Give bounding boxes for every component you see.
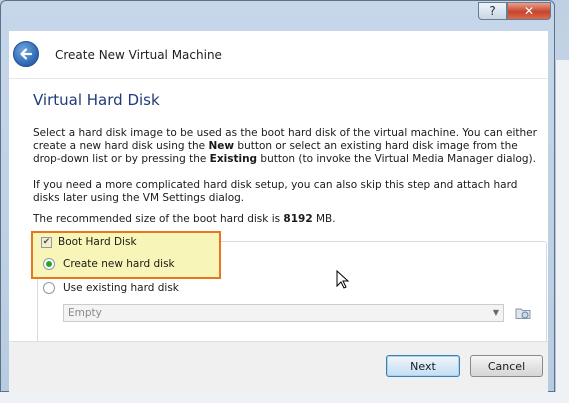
recommended-size-value: 8192 <box>283 213 313 225</box>
advanced-setup-paragraph: If you need a more complicated hard disk… <box>33 179 518 204</box>
dialog-window: ? ✕ Create New Virtual Machine Virtual H… <box>0 0 555 394</box>
dialog-client: Create New Virtual Machine Virtual Hard … <box>9 31 548 394</box>
use-existing-hard-disk-radio[interactable]: Use existing hard disk <box>43 282 179 294</box>
radio-unselected-icon <box>43 282 55 294</box>
page-title: Virtual Hard Disk <box>33 91 160 109</box>
next-button[interactable]: Next <box>386 355 460 377</box>
text-segment: button (to invoke the Virtual Media Mana… <box>257 153 536 165</box>
use-existing-hard-disk-label: Use existing hard disk <box>63 282 179 294</box>
cancel-button[interactable]: Cancel <box>470 355 543 377</box>
new-keyword: New <box>208 140 235 152</box>
checkbox-checked-icon: ✔ <box>41 236 52 248</box>
back-button[interactable] <box>13 41 39 67</box>
folder-icon <box>515 308 531 319</box>
wizard-page: Virtual Hard Disk Select a hard disk ima… <box>9 78 548 343</box>
existing-disk-combobox[interactable]: Empty ▼ <box>63 304 504 322</box>
help-icon: ? <box>489 4 496 18</box>
boot-hard-disk-label: Boot Hard Disk <box>58 236 137 248</box>
title-bar-buttons: ? ✕ <box>478 2 551 20</box>
back-arrow-icon <box>20 48 33 60</box>
existing-keyword: Existing <box>209 153 258 165</box>
dialog-footer: Next Cancel <box>9 341 548 394</box>
create-new-hard-disk-label: Create new hard disk <box>63 258 175 270</box>
window-title: Create New Virtual Machine <box>55 48 222 62</box>
help-button[interactable]: ? <box>478 2 507 20</box>
close-button[interactable]: ✕ <box>507 2 551 20</box>
create-new-hard-disk-radio[interactable]: Create new hard disk <box>43 258 175 270</box>
mouse-cursor-icon <box>336 270 350 289</box>
boot-hard-disk-checkbox[interactable]: ✔ Boot Hard Disk <box>41 236 137 248</box>
background-panel <box>555 60 569 403</box>
size-unit: MB. <box>312 213 336 225</box>
radio-selected-icon <box>43 258 55 270</box>
recommended-size-text: The recommended size of the boot hard di… <box>33 213 538 226</box>
description-paragraph: Select a hard disk image to be used as t… <box>33 127 538 166</box>
text-segment: The recommended size of the boot hard di… <box>33 213 284 225</box>
chevron-down-icon: ▼ <box>492 308 499 317</box>
close-icon: ✕ <box>523 4 535 18</box>
choose-disk-button[interactable] <box>514 304 532 322</box>
combobox-value: Empty <box>68 307 102 319</box>
